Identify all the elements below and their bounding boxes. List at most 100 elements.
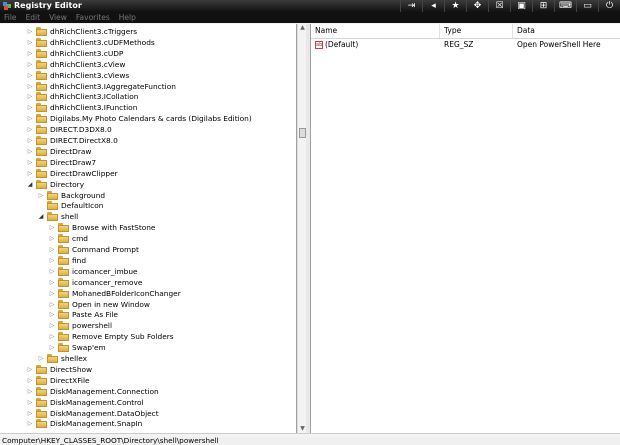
value-name: (Default) xyxy=(325,40,359,49)
tree-item[interactable]: ▷ find xyxy=(0,255,296,266)
collapsed-arrow-icon[interactable]: ▷ xyxy=(48,267,56,276)
collapsed-arrow-icon[interactable]: ▷ xyxy=(48,332,56,341)
tree-item[interactable]: ▷ Remove Empty Sub Folders xyxy=(0,331,296,342)
collapsed-arrow-icon[interactable]: ▷ xyxy=(48,321,56,330)
tree-item[interactable]: ▷ dhRichClient3.cUDP xyxy=(0,48,296,59)
collapsed-arrow-icon[interactable]: ▷ xyxy=(26,114,34,123)
collapsed-arrow-icon[interactable]: ▷ xyxy=(48,310,56,319)
collapsed-arrow-icon[interactable]: ▷ xyxy=(26,136,34,145)
tree-item[interactable]: ▷ Open in new Window xyxy=(0,299,296,310)
collapsed-arrow-icon[interactable]: ▷ xyxy=(26,27,34,36)
collapsed-arrow-icon[interactable]: ▷ xyxy=(48,278,56,287)
folder-icon xyxy=(58,343,69,353)
key-tree-pane[interactable]: ▷ dhRichClient3.cTriggers ▷ dhRichClient3.c… xyxy=(0,24,297,433)
tree-item[interactable]: ▷ shellex xyxy=(0,353,296,364)
power-icon[interactable]: ⏻ xyxy=(598,0,620,12)
collapsed-arrow-icon[interactable]: ▷ xyxy=(26,49,34,58)
collapsed-arrow-icon[interactable]: ▷ xyxy=(48,289,56,298)
tree-item[interactable]: ▷ DirectXFile xyxy=(0,375,296,386)
expanded-arrow-icon[interactable]: ◢ xyxy=(26,180,34,189)
collapsed-arrow-icon[interactable]: ▷ xyxy=(48,223,56,232)
tree-item[interactable]: ▷ DIRECT.D3DX8.0 xyxy=(0,124,296,135)
menu-edit[interactable]: Edit xyxy=(26,12,41,23)
collapsed-arrow-icon[interactable]: ▷ xyxy=(26,409,34,418)
collapsed-arrow-icon[interactable]: ▷ xyxy=(26,71,34,80)
menu-file[interactable]: File xyxy=(4,12,17,23)
tree-item[interactable]: ▷ DirectDrawClipper xyxy=(0,168,296,179)
collapsed-arrow-icon[interactable]: ▷ xyxy=(48,343,56,352)
tree-item[interactable]: ▷ dhRichClient3.IAggregateFunction xyxy=(0,81,296,92)
pin-icon[interactable]: ⇥ xyxy=(400,0,422,12)
collapsed-arrow-icon[interactable]: ▷ xyxy=(26,419,34,428)
tree-item[interactable]: ▷ DiskManagement.Control xyxy=(0,397,296,408)
folder-icon xyxy=(36,125,47,135)
tree-item[interactable]: ▷ Swap'em xyxy=(0,342,296,353)
tree-item[interactable]: DefaultIcon xyxy=(0,200,296,211)
tree-item[interactable]: ▷ MohanedBFolderIconChanger xyxy=(0,288,296,299)
column-header-name[interactable]: Name xyxy=(311,24,440,38)
collapsed-arrow-icon[interactable]: ▷ xyxy=(37,191,45,200)
collapsed-arrow-icon[interactable]: ▷ xyxy=(26,158,34,167)
tree-item[interactable]: ▷ Browse with FastStone xyxy=(0,222,296,233)
tree-item[interactable]: ▷ DiskManagement.DataObject xyxy=(0,408,296,419)
back-icon[interactable]: ◂ xyxy=(422,0,444,12)
collapsed-arrow-icon[interactable]: ▷ xyxy=(26,376,34,385)
tree-item[interactable]: ▷ DirectDraw xyxy=(0,146,296,157)
star-icon[interactable]: ★ xyxy=(444,0,466,12)
collapsed-arrow-icon[interactable]: ▷ xyxy=(26,398,34,407)
collapsed-arrow-icon[interactable]: ▷ xyxy=(26,147,34,156)
folder-icon xyxy=(36,92,47,102)
tree-item[interactable]: ▷ DiskManagement.Connection xyxy=(0,386,296,397)
collapsed-arrow-icon[interactable]: ▷ xyxy=(26,125,34,134)
tree-item[interactable]: ▷ DiskManagement.SnapIn xyxy=(0,418,296,429)
move-icon[interactable]: ✥ xyxy=(466,0,488,12)
collapsed-arrow-icon[interactable]: ▷ xyxy=(26,169,34,178)
maximize-icon[interactable]: ▣ xyxy=(510,0,532,12)
menu-help[interactable]: Help xyxy=(119,12,136,23)
tree-item[interactable]: ▷ cmd xyxy=(0,233,296,244)
menu-favorites[interactable]: Favorites xyxy=(76,12,110,23)
collapsed-arrow-icon[interactable]: ▷ xyxy=(26,38,34,47)
tree-item[interactable]: ▷ dhRichClient3.cView xyxy=(0,59,296,70)
tree-item[interactable]: ▷ DirectShow xyxy=(0,364,296,375)
tree-item[interactable]: ▷ Digilabs.My Photo Calendars & cards (Di… xyxy=(0,113,296,124)
tree-item[interactable]: ▷ dhRichClient3.IFunction xyxy=(0,102,296,113)
tree-item[interactable]: ▷ DirectDraw7 xyxy=(0,157,296,168)
tree-item[interactable]: ▷ dhRichClient3.ICollation xyxy=(0,91,296,102)
tree-item[interactable]: ▷ Background xyxy=(0,190,296,201)
collapsed-arrow-icon[interactable]: ▷ xyxy=(26,60,34,69)
collapsed-arrow-icon[interactable]: ▷ xyxy=(26,82,34,91)
collapsed-arrow-icon[interactable]: ▷ xyxy=(48,245,56,254)
menu-view[interactable]: View xyxy=(49,12,67,23)
keyboard-icon[interactable]: ⌨ xyxy=(554,0,576,12)
tree-item[interactable]: ▷ icomancer_remove xyxy=(0,277,296,288)
tree-item[interactable]: ▷ dhRichClient3.cTriggers xyxy=(0,26,296,37)
collapsed-arrow-icon[interactable]: ▷ xyxy=(26,387,34,396)
collapsed-arrow-icon[interactable]: ▷ xyxy=(26,92,34,101)
column-header-data[interactable]: Data xyxy=(513,24,620,38)
plus-icon[interactable]: ⊞ xyxy=(532,0,554,12)
value-row[interactable]: ab (Default) REG_SZ Open PowerShell Here xyxy=(311,39,620,51)
collapsed-arrow-icon[interactable]: ▷ xyxy=(48,300,56,309)
values-pane[interactable]: Name Type Data ab (Default) REG_SZ Open … xyxy=(311,24,620,433)
collapsed-arrow-icon[interactable]: ▷ xyxy=(48,234,56,243)
scroll-thumb[interactable] xyxy=(299,128,306,138)
tree-item[interactable]: ◢ shell xyxy=(0,211,296,222)
tree-item[interactable]: ▷ Command Prompt xyxy=(0,244,296,255)
collapsed-arrow-icon[interactable]: ▷ xyxy=(37,354,45,363)
monitor-icon[interactable]: ▭ xyxy=(576,0,598,12)
tree-item[interactable]: ▷ dhRichClient3.cViews xyxy=(0,70,296,81)
tree-item[interactable]: ▷ icomancer_imbue xyxy=(0,266,296,277)
tree-item[interactable]: ◢ Directory xyxy=(0,179,296,190)
close-small-icon[interactable]: ☒ xyxy=(488,0,510,12)
column-header-type[interactable]: Type xyxy=(440,24,513,38)
tree-item[interactable]: ▷ DIRECT.DirectX8.0 xyxy=(0,135,296,146)
collapsed-arrow-icon[interactable]: ▷ xyxy=(26,365,34,374)
menu-bar: File Edit View Favorites Help xyxy=(0,12,620,23)
tree-item[interactable]: ▷ powershell xyxy=(0,320,296,331)
expanded-arrow-icon[interactable]: ◢ xyxy=(37,212,45,221)
collapsed-arrow-icon[interactable]: ▷ xyxy=(48,256,56,265)
tree-item[interactable]: ▷ dhRichClient3.cUDFMethods xyxy=(0,37,296,48)
collapsed-arrow-icon[interactable]: ▷ xyxy=(26,103,34,112)
tree-item[interactable]: ▷ Paste As File xyxy=(0,309,296,320)
